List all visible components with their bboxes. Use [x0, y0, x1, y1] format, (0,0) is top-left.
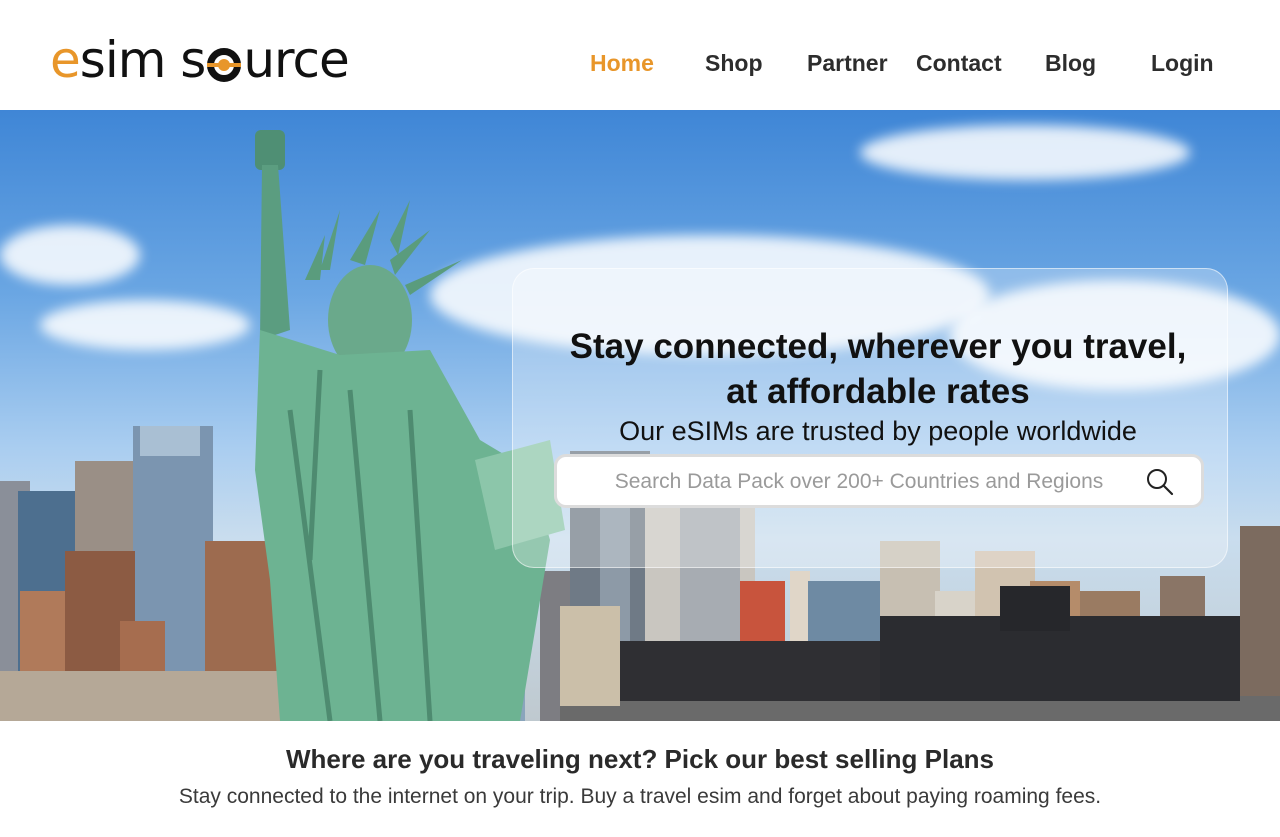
- section-subtitle: Stay connected to the internet on your t…: [178, 785, 1102, 808]
- search-box: [554, 454, 1204, 508]
- hero-title-line2: at affordable rates: [726, 372, 1030, 411]
- main-nav: Home Shop Partner Contact Blog Login: [0, 50, 1280, 80]
- search-input[interactable]: [579, 467, 1139, 497]
- nav-home[interactable]: Home: [590, 50, 654, 77]
- hero-subtitle: Our eSIMs are trusted by people worldwid…: [619, 416, 1137, 446]
- hero-cloud: [0, 225, 140, 285]
- nav-login[interactable]: Login: [1151, 50, 1214, 77]
- search-icon[interactable]: [1145, 467, 1175, 497]
- section-title: Where are you traveling next? Pick our b…: [286, 744, 994, 774]
- nav-shop[interactable]: Shop: [705, 50, 763, 77]
- nav-contact[interactable]: Contact: [916, 50, 1002, 77]
- nav-blog[interactable]: Blog: [1045, 50, 1096, 77]
- hero-title-line1: Stay connected, wherever you travel,: [569, 327, 1187, 366]
- site-header: e sim s urce Home Shop Partner Contact B…: [0, 0, 1280, 110]
- hero-cloud: [860, 125, 1190, 180]
- nav-partner[interactable]: Partner: [807, 50, 888, 77]
- hero-banner: Stay connected, wherever you travel, at …: [0, 110, 1280, 721]
- hero-title: Stay connected, wherever you travel, at …: [540, 324, 1216, 414]
